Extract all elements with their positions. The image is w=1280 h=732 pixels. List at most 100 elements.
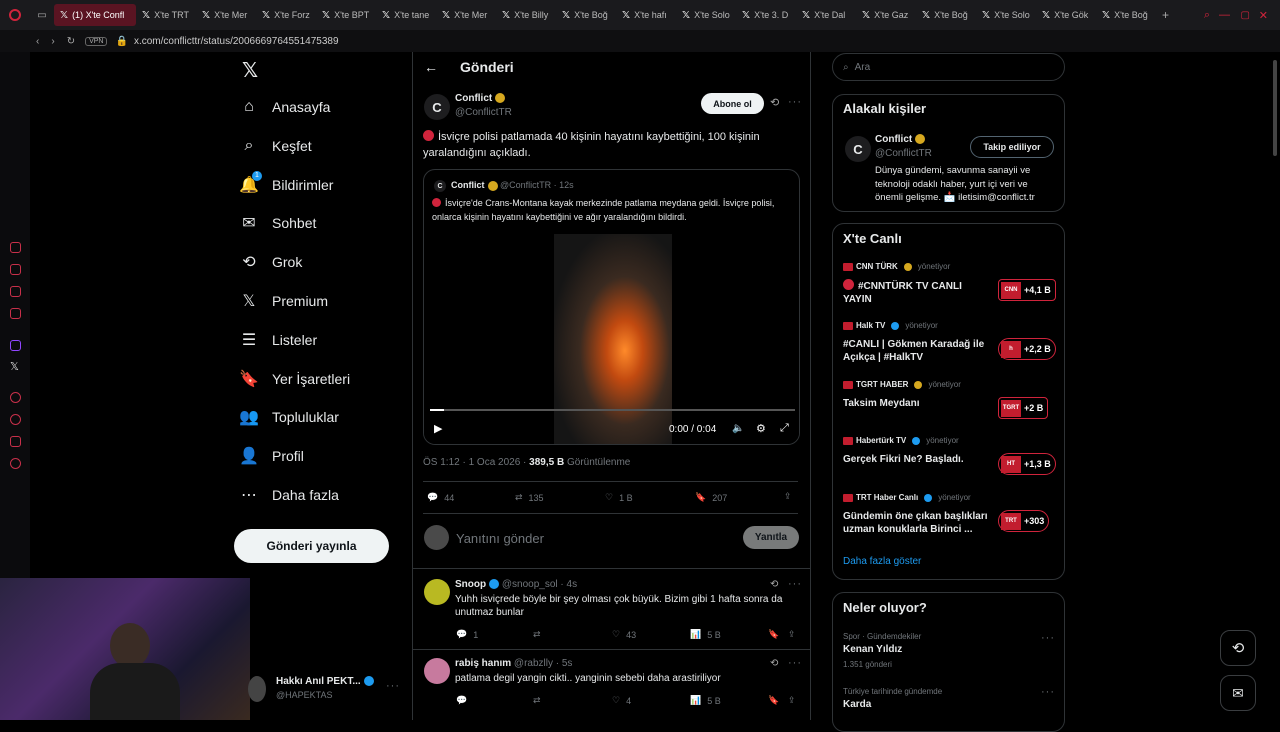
nav-item-bookmark[interactable]: 🔖 Yer İşaretleri [239,368,350,390]
author-avatar[interactable]: C [424,94,450,120]
reply-icon[interactable]: 💬 [456,695,467,706]
post-button[interactable]: Gönderi yayınla [234,529,389,563]
live-title[interactable]: #CANLI | Gökmen Karadağ ile Açıkça | #Ha… [843,338,993,364]
nav-item-grok[interactable]: ⟲ Grok [240,251,302,273]
search-icon[interactable]: ⌕ [1204,9,1210,22]
live-channel[interactable]: TGRT HABER yönetiyor [843,380,961,389]
fullscreen-icon[interactable]: ⤢ [780,422,789,435]
live-listeners-badge[interactable]: h +2,2 B [998,338,1056,360]
more-icon[interactable]: ··· [1041,686,1055,698]
tab[interactable]: 𝕏 X'te Mer [196,4,256,26]
tab[interactable]: 𝕏 X'te Boğ [556,4,616,26]
tab[interactable]: 𝕏 X'te Forz [256,4,316,26]
live-title[interactable]: #CNNTÜRK TV CANLI YAYIN [843,279,993,306]
quoted-post[interactable]: C Conflict @ConflictTR · 12s İsviçre'de … [423,169,800,445]
nav-item-home[interactable]: ⌂ Anasayfa [240,96,330,118]
tab-active[interactable]: 𝕏 (1) X'te Confl [54,4,136,26]
settings-icon[interactable] [10,458,21,469]
grok-icon[interactable]: ⟲ [770,579,778,590]
tab[interactable]: 𝕏 X'te 3. D [736,4,796,26]
grok-icon[interactable]: ⟲ [770,96,779,109]
grok-icon[interactable]: ⟲ [770,658,778,669]
nav-item-communities[interactable]: 👥 Topluluklar [239,406,339,428]
settings-gear-icon[interactable]: ⚙ [756,422,766,435]
x-logo-icon[interactable]: 𝕏 [242,58,258,83]
reply-avatar[interactable] [424,658,450,684]
forward-icon[interactable]: › [51,36,54,47]
author-name[interactable]: Conflict [455,93,506,104]
messages-float-icon[interactable]: ✉ [1220,675,1256,711]
twitch-icon[interactable] [10,340,21,351]
reply-avatar[interactable] [424,579,450,605]
vpn-badge[interactable]: VPN [85,36,108,46]
more-icon[interactable]: ··· [788,96,802,108]
subscribe-button[interactable]: Abone ol [701,93,764,114]
show-more-link[interactable]: Daha fazla göster [843,556,921,567]
tab[interactable]: 𝕏 X'te Solo [676,4,736,26]
play-icon[interactable]: ▶ [434,422,442,435]
nav-item-premium[interactable]: 𝕏 Premium [240,290,328,312]
back-arrow-icon[interactable]: ← [424,59,438,75]
volume-icon[interactable]: 🔈 [732,423,744,434]
live-channel[interactable]: Habertürk TV yönetiyor [843,436,959,445]
new-tab-button[interactable]: + [1162,8,1169,22]
views-action[interactable]: 📊 5 B [690,695,721,706]
share-icon[interactable]: ⇪ [784,491,792,502]
tab[interactable]: 𝕏 X'te Gök [1036,4,1096,26]
user-avatar[interactable] [248,676,266,702]
nav-item-chat[interactable]: ✉ Sohbet [240,212,316,234]
like-action[interactable]: ♡ 1 B [605,492,633,503]
url-field[interactable]: x.com/conflicttr/status/2006669764551475… [134,36,339,47]
tab[interactable]: 𝕏 X'te Mer [436,4,496,26]
live-listeners-badge[interactable]: HT +1,3 B [998,453,1056,475]
tab[interactable]: 𝕏 X'te Gaz [856,4,916,26]
video-progress[interactable] [430,409,795,411]
sidebar-icon[interactable] [10,392,21,403]
repost-icon[interactable]: ⇄ [533,629,541,640]
live-title[interactable]: Gerçek Fikri Ne? Başladı. [843,453,993,466]
scrollbar[interactable] [1273,60,1277,156]
tab[interactable]: 𝕏 X'te hafı [616,4,676,26]
bookmark-icon[interactable]: 🔖 [768,695,779,706]
repost-action[interactable]: ⇄ 135 [515,492,544,503]
nav-item-bell[interactable]: 🔔 1 Bildirimler [239,170,333,196]
tab[interactable]: 𝕏 X'te BPT [316,4,376,26]
grok-float-icon[interactable]: ⟲ [1220,630,1256,666]
reply-action[interactable]: 💬 44 [427,492,454,503]
live-listeners-badge[interactable]: TRT +303 [998,510,1050,532]
sidebar-icon[interactable] [10,308,21,319]
like-action[interactable]: ♡ 43 [612,629,636,640]
tab[interactable]: 𝕏 X'te tane [376,4,436,26]
share-icon[interactable]: ⇪ [788,695,796,706]
sidebar-icon[interactable] [10,436,21,447]
trend-title[interactable]: Kenan Yıldız [843,644,902,655]
more-icon[interactable]: ··· [1041,632,1055,644]
live-listeners-badge[interactable]: TGRT +2 B [998,397,1049,419]
share-icon[interactable]: ⇪ [788,629,796,640]
related-name[interactable]: Conflict [875,134,926,145]
sidebar-icon[interactable] [10,264,21,275]
live-title[interactable]: Taksim Meydanı [843,397,993,410]
following-button[interactable]: Takip ediliyor [970,136,1054,158]
sidebar-icon[interactable] [10,414,21,425]
like-action[interactable]: ♡ 4 [612,695,631,706]
reply-button[interactable]: Yanıtla [743,526,799,549]
tab[interactable]: 𝕏 X'te TRT [136,4,196,26]
minimize-icon[interactable]: — [1219,9,1230,21]
live-channel[interactable]: CNN TÜRK yönetiyor [843,262,950,271]
views-action[interactable]: 📊 5 B [690,629,721,640]
account-menu-icon[interactable]: ··· [386,680,400,692]
nav-item-list[interactable]: ☰ Listeler [240,329,317,351]
more-icon[interactable]: ··· [788,578,802,590]
tab[interactable]: 𝕏 X'te Billy [496,4,556,26]
sidebar-icon[interactable] [10,242,21,253]
bookmark-action[interactable]: 🔖 207 [695,492,727,503]
live-channel[interactable]: Halk TV yönetiyor [843,321,938,330]
author-handle[interactable]: @ConflictTR [455,107,512,118]
live-channel[interactable]: TRT Haber Canlı yönetiyor [843,493,971,502]
more-icon[interactable]: ··· [788,657,802,669]
tab[interactable]: 𝕏 X'te Boğ [916,4,976,26]
related-avatar[interactable]: C [845,136,871,162]
trend-title[interactable]: Karda [843,699,871,710]
nav-item-more[interactable]: ⋯ Daha fazla [240,484,339,506]
